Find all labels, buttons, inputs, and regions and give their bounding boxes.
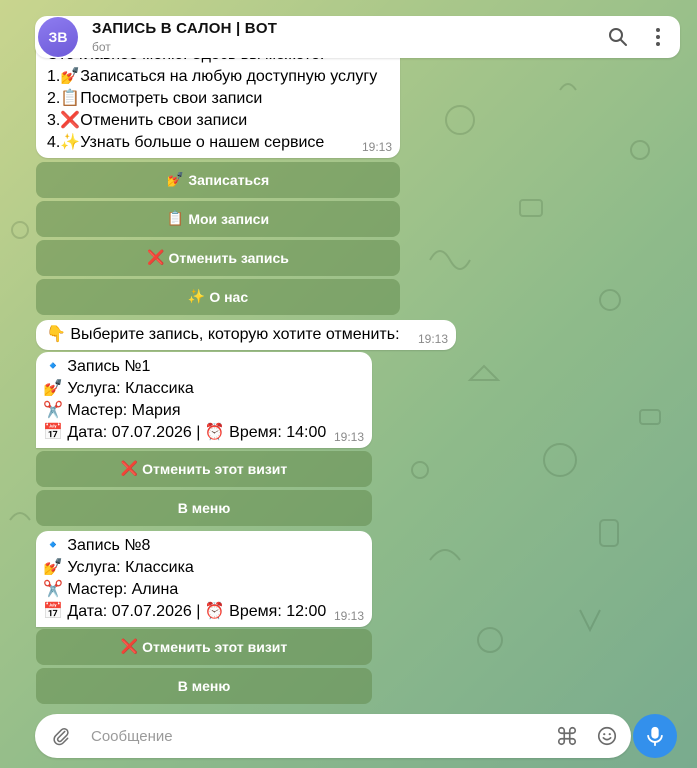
message-time: 19:13 bbox=[333, 609, 364, 623]
microphone-button[interactable] bbox=[633, 714, 677, 758]
message-line: 1.💅Записаться на любую доступную услугу bbox=[47, 68, 378, 85]
booking-master: ✂️ Мастер: Алина bbox=[43, 581, 179, 598]
message-time: 19:13 bbox=[417, 332, 448, 346]
message-line: 2.📋Посмотреть свои записи bbox=[47, 90, 263, 107]
button-label: Записаться bbox=[188, 172, 270, 188]
button-label: Мои записи bbox=[188, 211, 270, 227]
avatar[interactable]: ЗВ bbox=[38, 17, 78, 57]
message-line: 3.❌Отменить свои записи bbox=[47, 112, 248, 129]
emoji-icon[interactable] bbox=[587, 716, 627, 756]
cross-mark-icon: ❌ bbox=[147, 250, 165, 266]
book-button[interactable]: 💅 Записаться bbox=[36, 162, 400, 198]
message-line: 👇 Выберите запись, которую хотите отмени… bbox=[46, 326, 400, 343]
booking-service: 💅 Услуга: Классика bbox=[43, 380, 194, 397]
booking-service: 💅 Услуга: Классика bbox=[43, 559, 194, 576]
prompt-message: 👇 Выберите запись, которую хотите отмени… bbox=[36, 320, 456, 350]
button-label: О нас bbox=[209, 289, 249, 305]
attach-icon[interactable] bbox=[41, 716, 81, 756]
chat-title: ЗАПИСЬ В САЛОН | BOT bbox=[92, 20, 278, 37]
back-to-menu-button[interactable]: В меню bbox=[36, 490, 372, 526]
cancel-visit-button[interactable]: ❌ Отменить этот визит bbox=[36, 451, 372, 487]
about-button[interactable]: ✨ О нас bbox=[36, 279, 400, 315]
my-bookings-button[interactable]: 📋 Мои записи bbox=[36, 201, 400, 237]
clipboard-icon: 📋 bbox=[166, 211, 185, 227]
button-label: Отменить этот визит bbox=[142, 639, 288, 655]
message-input[interactable] bbox=[89, 726, 547, 746]
message-composer bbox=[35, 714, 631, 758]
cancel-visit-button[interactable]: ❌ Отменить этот визит bbox=[36, 629, 372, 665]
chat-header: ЗВ ЗАПИСЬ В САЛОН | BOT бот bbox=[35, 16, 680, 58]
bot-commands-icon[interactable] bbox=[547, 716, 587, 756]
booking-datetime: 📅 Дата: 07.07.2026 | ⏰ Время: 14:00 bbox=[43, 424, 327, 441]
chat-title-block[interactable]: ЗАПИСЬ В САЛОН | BOT бот bbox=[92, 20, 598, 54]
booking-number: 🔹 Запись №8 bbox=[43, 537, 151, 554]
button-label: Отменить этот визит bbox=[142, 461, 288, 477]
back-to-menu-button[interactable]: В меню bbox=[36, 668, 372, 704]
booking-message: 🔹 Запись №8 💅 Услуга: Классика ✂️ Мастер… bbox=[36, 531, 372, 627]
booking-message: 🔹 Запись №1 💅 Услуга: Классика ✂️ Мастер… bbox=[36, 352, 372, 448]
booking-master: ✂️ Мастер: Мария bbox=[43, 402, 181, 419]
chat-subtitle: бот bbox=[92, 40, 111, 54]
booking-datetime: 📅 Дата: 07.07.2026 | ⏰ Время: 12:00 bbox=[43, 603, 327, 620]
button-label: В меню bbox=[177, 678, 231, 694]
nail-polish-icon: 💅 bbox=[166, 172, 185, 188]
message-time: 19:13 bbox=[333, 430, 364, 444]
more-vertical-icon[interactable] bbox=[638, 17, 678, 57]
cross-mark-icon: ❌ bbox=[120, 639, 139, 655]
search-icon[interactable] bbox=[598, 17, 638, 57]
cancel-booking-button[interactable]: ❌ Отменить запись bbox=[36, 240, 400, 276]
message-time: 19:13 bbox=[361, 140, 392, 154]
message-line: 4.✨Узнать больше о нашем сервисе bbox=[47, 134, 325, 151]
sparkles-icon: ✨ bbox=[187, 289, 206, 305]
cross-mark-icon: ❌ bbox=[120, 461, 139, 477]
menu-message: Это главное меню. Здесь вы можете: 1.💅За… bbox=[36, 44, 400, 158]
booking-number: 🔹 Запись №1 bbox=[43, 358, 151, 375]
microphone-icon bbox=[647, 726, 663, 747]
button-label: В меню bbox=[177, 500, 231, 516]
button-label: Отменить запись bbox=[168, 250, 289, 266]
